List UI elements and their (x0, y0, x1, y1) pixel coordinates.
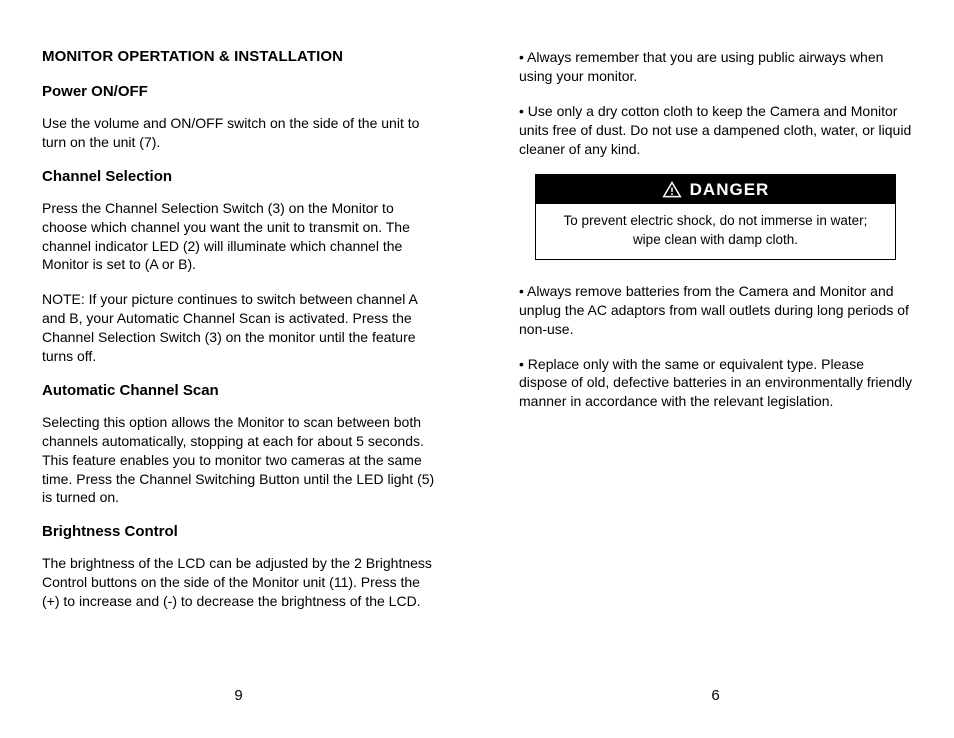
page-number-right: 6 (519, 687, 912, 708)
paragraph: Selecting this option allows the Monitor… (42, 413, 435, 507)
bullet-paragraph: • Replace only with the same or equivale… (519, 355, 912, 412)
page-left: MONITOR OPERTATION & INSTALLATION Power … (0, 0, 477, 738)
main-heading: MONITOR OPERTATION & INSTALLATION (42, 48, 435, 65)
danger-header: DANGER (536, 175, 896, 204)
page-left-content: MONITOR OPERTATION & INSTALLATION Power … (42, 48, 435, 687)
section-heading: Automatic Channel Scan (42, 382, 435, 399)
section-heading: Brightness Control (42, 523, 435, 540)
page-right: • Always remember that you are using pub… (477, 0, 954, 738)
bullet-paragraph: • Always remove batteries from the Camer… (519, 282, 912, 339)
danger-box: DANGER To prevent electric shock, do not… (535, 174, 897, 259)
bullet-paragraph: • Always remember that you are using pub… (519, 48, 912, 86)
danger-label: DANGER (690, 180, 770, 200)
warning-triangle-icon (662, 180, 682, 200)
bullet-paragraph: • Use only a dry cotton cloth to keep th… (519, 102, 912, 159)
page-right-content: • Always remember that you are using pub… (519, 48, 912, 687)
page-number-left: 9 (42, 687, 435, 708)
paragraph: The brightness of the LCD can be adjuste… (42, 554, 435, 611)
danger-body: To prevent electric shock, do not immers… (536, 204, 896, 258)
paragraph: NOTE: If your picture continues to switc… (42, 290, 435, 366)
section-heading: Power ON/OFF (42, 83, 435, 100)
paragraph: Press the Channel Selection Switch (3) o… (42, 199, 435, 275)
section-heading: Channel Selection (42, 168, 435, 185)
paragraph: Use the volume and ON/OFF switch on the … (42, 114, 435, 152)
